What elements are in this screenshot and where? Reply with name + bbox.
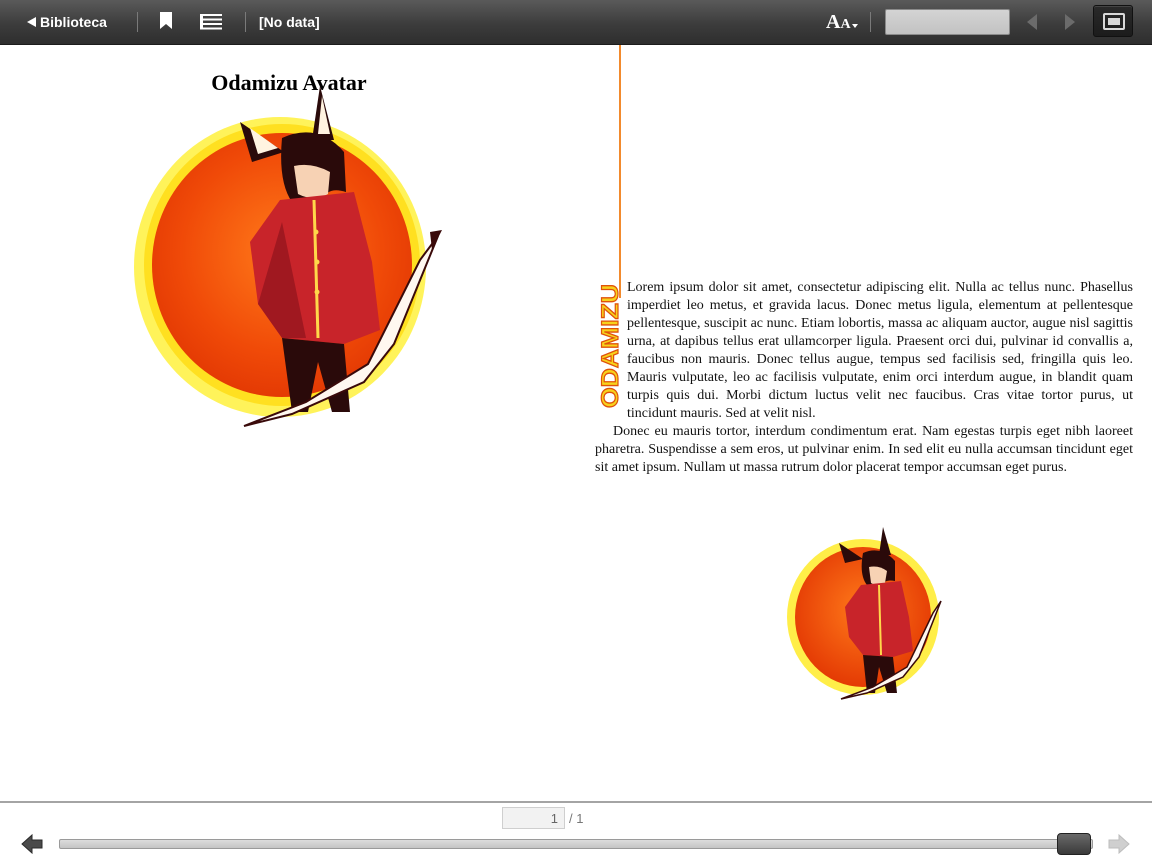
fullscreen-button[interactable] <box>1093 5 1133 37</box>
toolbar-divider <box>245 12 246 32</box>
bottom-divider <box>0 801 1152 803</box>
next-page-arrow-icon[interactable] <box>1108 834 1130 854</box>
avatar-illustration-small <box>787 527 942 700</box>
next-arrow-icon[interactable] <box>1063 13 1077 31</box>
toolbar-divider <box>870 12 871 32</box>
back-triangle-icon <box>27 17 36 27</box>
back-to-library-button[interactable]: Biblioteca <box>27 12 107 32</box>
bookmark-icon[interactable] <box>159 12 173 30</box>
article-body: Lorem ipsum dolor sit amet, consectetur … <box>595 279 1133 477</box>
font-size-icon[interactable]: AA <box>826 11 860 33</box>
paragraph: Donec eu mauris tortor, interdum condime… <box>595 424 1133 475</box>
back-label: Biblioteca <box>40 14 107 30</box>
fullscreen-icon <box>1103 13 1125 30</box>
paragraph: Lorem ipsum dolor sit amet, consectetur … <box>627 280 1133 421</box>
avatar-illustration-large <box>134 86 442 427</box>
book-title: [No data] <box>259 14 320 30</box>
page-number-input[interactable] <box>502 807 565 829</box>
search-input[interactable] <box>885 9 1010 35</box>
toolbar-divider <box>137 12 138 32</box>
list-icon[interactable] <box>200 14 222 30</box>
orange-rule <box>619 45 621 298</box>
page-total: / 1 <box>569 811 584 826</box>
page-slider-handle[interactable] <box>1057 833 1091 855</box>
previous-page-arrow-icon[interactable] <box>21 834 43 854</box>
chevron-down-icon <box>852 24 858 28</box>
page-slider-track[interactable] <box>59 839 1093 849</box>
prev-arrow-icon[interactable] <box>1025 13 1039 31</box>
top-toolbar: Biblioteca [No data] AA <box>0 0 1152 45</box>
